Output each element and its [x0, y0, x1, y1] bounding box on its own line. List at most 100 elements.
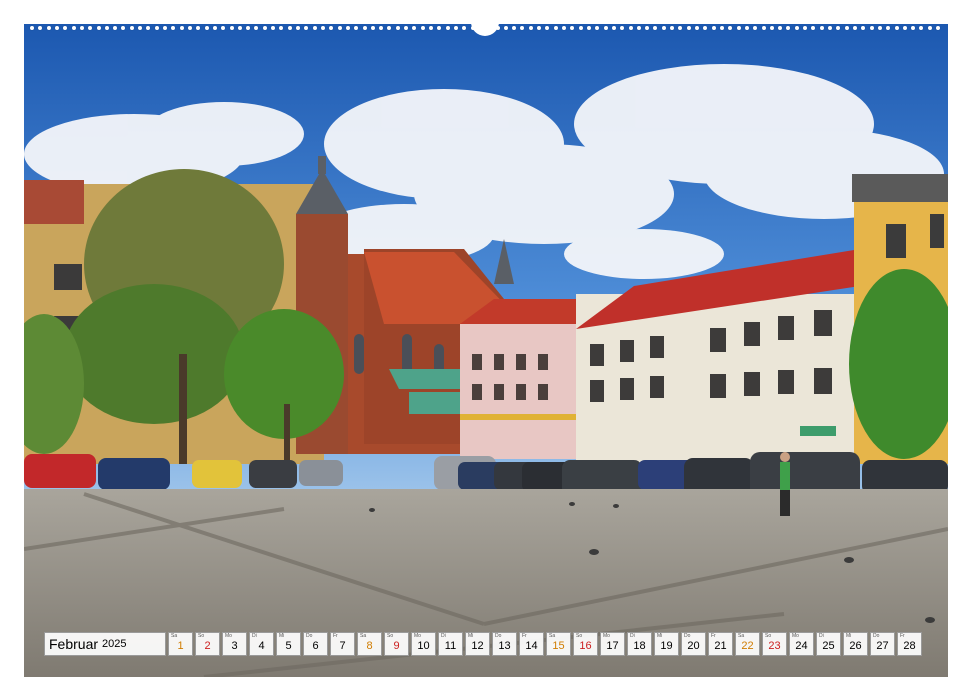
- binding-hole: [578, 26, 583, 30]
- binding-hole: [894, 26, 899, 30]
- binding-hole: [902, 26, 907, 30]
- binding-hole: [703, 26, 708, 30]
- weekday-label: Mo: [792, 633, 799, 639]
- day-number: 15: [552, 640, 565, 652]
- weekday-label: Sa: [360, 633, 367, 639]
- day-number: 28: [903, 640, 916, 652]
- binding-hole: [104, 26, 109, 30]
- binding-hole: [420, 26, 425, 30]
- day-cell: So 9: [384, 632, 409, 656]
- day-cell: Mi 12: [465, 632, 490, 656]
- binding-hole: [187, 26, 192, 30]
- day-cell: Di 4: [249, 632, 274, 656]
- month-name: Februar: [49, 636, 99, 652]
- binding-hole: [528, 26, 533, 30]
- weekday-label: Sa: [171, 633, 178, 639]
- binding-hole: [628, 26, 633, 30]
- binding-hole: [769, 26, 774, 30]
- binding-hole: [362, 26, 367, 30]
- day-number: 21: [714, 640, 727, 652]
- day-number: 16: [579, 640, 592, 652]
- binding-hole: [121, 26, 126, 30]
- day-cell: Di 18: [627, 632, 652, 656]
- binding-hole: [129, 26, 134, 30]
- binding-hole: [404, 26, 409, 30]
- day-cell: Fr 14: [519, 632, 544, 656]
- binding-hole: [836, 26, 841, 30]
- day-number: 6: [312, 640, 319, 652]
- weekday-label: Mi: [279, 633, 285, 639]
- binding-hole: [54, 26, 59, 30]
- weekday-label: Do: [306, 633, 313, 639]
- binding-hole: [96, 26, 101, 30]
- binding-hole: [254, 26, 259, 30]
- day-number: 1: [177, 640, 184, 652]
- day-cell: Do 6: [303, 632, 328, 656]
- binding-hole: [138, 26, 143, 30]
- binding-hole: [179, 26, 184, 30]
- binding-hole: [345, 26, 350, 30]
- day-cell: Mo 3: [222, 632, 247, 656]
- weekday-label: Do: [684, 633, 691, 639]
- binding-hole: [196, 26, 201, 30]
- weekday-label: So: [765, 633, 772, 639]
- binding-hole: [304, 26, 309, 30]
- day-number: 3: [231, 640, 238, 652]
- day-cell: Do 27: [870, 632, 895, 656]
- binding-hole: [287, 26, 292, 30]
- day-number: 23: [768, 640, 781, 652]
- weekday-label: Di: [819, 633, 824, 639]
- binding-hole: [71, 26, 76, 30]
- weekday-label: So: [198, 633, 205, 639]
- binding-hole: [570, 26, 575, 30]
- day-cell: Di 11: [438, 632, 463, 656]
- day-cell: Mo 24: [789, 632, 814, 656]
- day-number: 17: [606, 640, 619, 652]
- binding-hole: [919, 26, 924, 30]
- binding-hole: [711, 26, 716, 30]
- binding-hole: [387, 26, 392, 30]
- weekday-label: Mo: [414, 633, 421, 639]
- calendar-photo: [24, 24, 948, 677]
- weekday-label: So: [576, 633, 583, 639]
- binding-hole: [379, 26, 384, 30]
- binding-hole: [728, 26, 733, 30]
- day-cell: Mi 5: [276, 632, 301, 656]
- binding-hole: [520, 26, 525, 30]
- weekday-label: Fr: [711, 633, 716, 639]
- binding-hole: [911, 26, 916, 30]
- binding-hole: [113, 26, 118, 30]
- day-cell: Sa 22: [735, 632, 760, 656]
- day-cell: Fr 7: [330, 632, 355, 656]
- day-cell: So 16: [573, 632, 598, 656]
- binding-hole: [636, 26, 641, 30]
- binding-hole: [163, 26, 167, 30]
- day-cell: Do 20: [681, 632, 706, 656]
- day-number: 13: [498, 640, 511, 652]
- binding-hole: [312, 26, 317, 30]
- binding-hole: [611, 26, 616, 30]
- binding-hole: [936, 26, 941, 30]
- calendar-strip: Februar 2025 Sa 1 So 2 Mo 3 Di 4 Mi 5 Do 6 Fr 7 Sa 8 So 9…: [44, 632, 927, 656]
- day-number: 2: [204, 640, 211, 652]
- day-cell: Sa 15: [546, 632, 571, 656]
- binding-hole: [320, 26, 325, 30]
- binding-hole: [462, 26, 467, 30]
- binding-hole: [877, 26, 882, 30]
- binding-hole: [761, 26, 766, 30]
- binding-hole: [595, 26, 600, 30]
- binding-hole: [212, 26, 217, 30]
- weekday-label: Fr: [522, 633, 527, 639]
- weekday-label: Do: [873, 633, 880, 639]
- day-number: 10: [417, 640, 430, 652]
- day-number: 22: [741, 640, 754, 652]
- day-cell: Mi 26: [843, 632, 868, 656]
- day-number: 7: [339, 640, 346, 652]
- binding-hole: [553, 26, 558, 30]
- day-number: 12: [471, 640, 484, 652]
- binding-hole: [512, 26, 517, 30]
- weekday-label: Di: [441, 633, 446, 639]
- binding-hole: [695, 26, 699, 30]
- day-number: 14: [525, 640, 538, 652]
- binding-hole: [429, 26, 433, 30]
